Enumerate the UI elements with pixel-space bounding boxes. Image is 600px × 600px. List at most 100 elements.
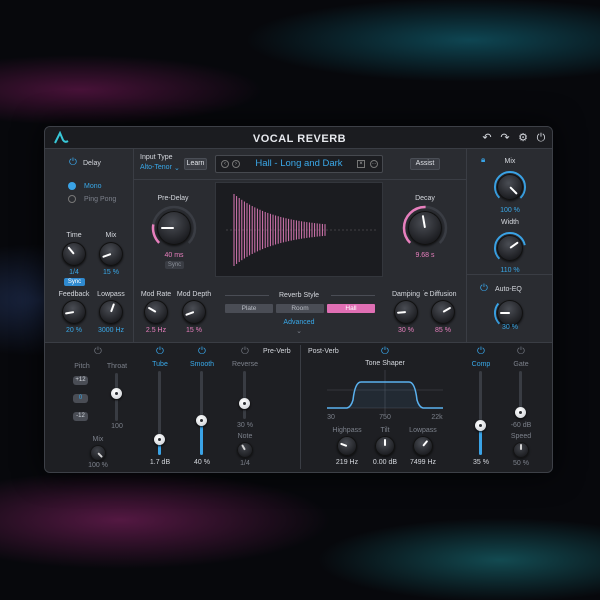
pre-verb-label: Pre-Verb [263,348,291,355]
gate-label: Gate [513,361,529,368]
delay-mix-knob[interactable] [99,242,123,266]
auto-eq-value: 30 % [502,324,518,331]
pitch-minus12-button[interactable]: -12 [73,412,88,421]
reverse-power-icon[interactable]: ⏻ [240,347,250,357]
pitch-0-button[interactable]: 0 [73,394,88,403]
lowpass-knob[interactable] [413,436,433,456]
pitch-power-icon[interactable]: ⏻ [93,347,103,357]
input-type-select[interactable]: Alto-Tenor [140,164,172,171]
width-knob[interactable] [497,235,523,261]
tone-shaper-graph[interactable] [327,370,443,414]
tube-label: Tube [152,361,168,368]
input-type-label: Input Type [140,154,173,161]
damping-label-text: Damping [388,291,424,298]
note-value: 1/4 [240,460,250,467]
delay-lowpass-knob[interactable] [99,300,123,324]
note-knob[interactable] [237,442,253,458]
redo-icon[interactable]: ↷ [499,132,511,144]
advanced-toggle[interactable]: Advanced [271,319,327,326]
damping-knob[interactable] [394,300,418,324]
highpass-knob[interactable] [337,436,357,456]
mod-rate-knob[interactable] [144,300,168,324]
impulse-display [215,182,383,277]
smooth-power-icon[interactable]: ⏻ [197,347,207,357]
lower-panel: ⏻ Pitch +12 0 -12 Throat 100 Mix 100 % ⏻… [45,342,552,472]
delay-sync-button[interactable]: Sync [64,278,85,286]
pitch-mix-knob[interactable] [90,445,106,461]
smooth-label: Smooth [189,361,215,368]
preset-name[interactable]: Hall - Long and Dark [243,158,355,169]
undo-icon[interactable]: ↶ [481,132,493,144]
gate-power-icon[interactable]: ⏻ [516,347,526,357]
ping-pong-radio[interactable] [68,195,76,203]
mod-rate-label: Mod Rate [140,291,172,298]
mono-radio[interactable] [68,182,76,190]
freq-tick-22k: 22k [431,414,443,421]
chevron-down-icon[interactable]: ⌄ [174,164,180,172]
room-option[interactable]: Room [276,304,324,313]
auto-eq-knob[interactable] [497,300,523,326]
delay-power-icon[interactable]: ⏻ [68,158,78,168]
save-preset-icon[interactable]: × [357,160,365,168]
tilt-knob[interactable] [375,436,395,456]
next-preset-icon[interactable]: › [232,160,240,168]
reverse-slider[interactable] [243,371,246,419]
plate-option[interactable]: Plate [225,304,273,313]
upper-panel: ⏻ Delay Mono Ping Pong Time 1/4 Sync Mix… [45,149,552,342]
learn-button[interactable]: Learn [184,158,207,170]
gate-thumb[interactable] [515,407,526,418]
tube-thumb[interactable] [154,434,165,445]
comp-thumb[interactable] [475,420,486,431]
reverse-value: 30 % [237,422,253,429]
pre-delay-label: Pre-Delay [157,195,189,202]
freq-tick-30: 30 [327,414,335,421]
throat-label: Throat [106,363,128,370]
speed-knob[interactable] [513,442,529,458]
output-mix-label: Mix [504,158,516,165]
comp-value: 35 % [473,459,489,466]
diffusion-knob[interactable] [431,300,455,324]
gear-icon[interactable]: ⚙ [517,132,529,144]
tone-shaper-power-icon[interactable]: ⏻ [380,347,390,357]
hall-option[interactable]: Hall [327,304,375,313]
post-verb-label: Post-Verb [308,348,339,355]
output-mix-value: 100 % [500,207,520,214]
pre-delay-knob[interactable] [157,211,191,245]
time-value: 1/4 [69,269,79,276]
plugin-title: VOCAL REVERB [252,133,347,145]
delay-lowpass-value: 3000 Hz [97,327,125,334]
freq-tick-750: 750 [379,414,391,421]
prev-preset-icon[interactable]: ‹ [221,160,229,168]
throat-thumb[interactable] [111,388,122,399]
tube-value: 1.7 dB [149,459,171,466]
title-bar: VOCAL REVERB ↶ ↷ ⚙ ⏻ [45,127,552,149]
mod-depth-knob[interactable] [182,300,206,324]
damping-value: 30 % [398,327,414,334]
assist-button[interactable]: Assist [410,158,440,170]
mod-depth-value: 15 % [186,327,202,334]
mod-rate-value: 2.5 Hz [145,327,167,334]
pitch-plus12-button[interactable]: +12 [73,376,88,385]
delay-lowpass-label: Lowpass [97,291,125,298]
advanced-chevron-icon[interactable]: ⌄ [295,327,303,335]
lock-icon[interactable]: 🔒︎ [481,156,489,164]
comp-power-icon[interactable]: ⏻ [476,347,486,357]
note-label: Note [237,433,253,440]
auto-eq-power-icon[interactable]: ⏻ [479,284,489,294]
plugin-window: VOCAL REVERB ↶ ↷ ⚙ ⏻ ⏻ Delay Mono Ping P… [44,126,553,473]
tube-power-icon[interactable]: ⏻ [155,347,165,357]
decay-knob[interactable] [408,211,442,245]
bypass-power-icon[interactable]: ⏻ [535,132,547,144]
pre-delay-sync-button[interactable]: Sync [165,261,184,269]
mono-label: Mono [84,183,102,190]
more-options-icon[interactable]: ··· [370,160,378,168]
output-mix-knob[interactable] [497,174,523,200]
time-knob[interactable] [62,242,86,266]
mod-depth-label: Mod Depth [176,291,212,298]
delay-mix-label: Mix [105,232,117,239]
feedback-knob[interactable] [62,300,86,324]
reverse-thumb[interactable] [239,398,250,409]
smooth-thumb[interactable] [196,415,207,426]
reverb-style-label: Reverb Style [278,292,320,299]
gate-value: -60 dB [510,422,532,429]
